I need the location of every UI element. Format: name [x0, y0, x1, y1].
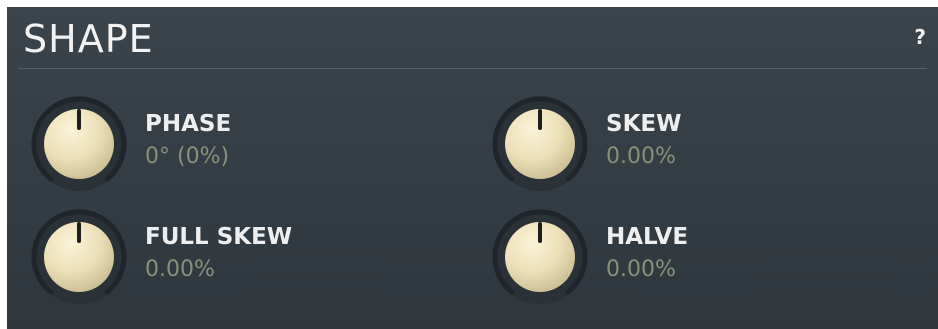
skew-knob[interactable] — [490, 94, 590, 194]
skew-label: SKEW — [606, 111, 682, 137]
phase-knob[interactable] — [29, 94, 129, 194]
phase-control: PHASE 0° (0%) — [29, 94, 329, 194]
shape-panel: SHAPE ? PHASE 0° (0%) SKEW 0.00% FULL SK… — [7, 7, 938, 329]
full-skew-value: 0.00% — [145, 257, 215, 282]
help-button[interactable]: ? — [914, 25, 926, 49]
halve-value: 0.00% — [606, 257, 676, 282]
phase-label: PHASE — [145, 111, 232, 137]
title-divider — [18, 68, 927, 69]
section-title: SHAPE — [23, 17, 154, 61]
halve-control: HALVE 0.00% — [490, 207, 790, 307]
skew-control: SKEW 0.00% — [490, 94, 790, 194]
full-skew-control: FULL SKEW 0.00% — [29, 207, 329, 307]
halve-label: HALVE — [606, 224, 689, 250]
halve-knob[interactable] — [490, 207, 590, 307]
full-skew-label: FULL SKEW — [145, 224, 293, 250]
skew-value: 0.00% — [606, 144, 676, 169]
full-skew-knob[interactable] — [29, 207, 129, 307]
phase-value: 0° (0%) — [145, 144, 230, 169]
